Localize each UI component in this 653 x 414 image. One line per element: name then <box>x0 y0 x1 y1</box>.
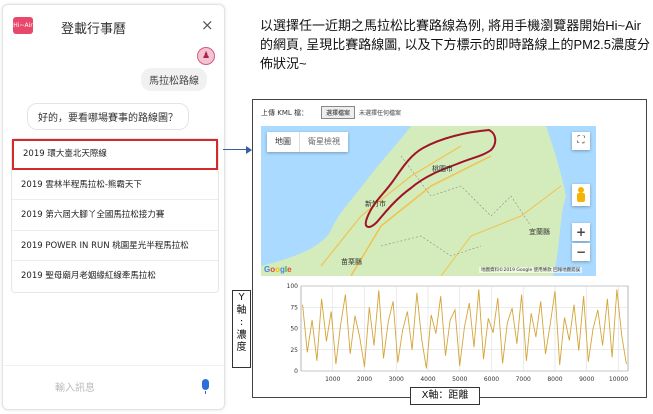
x-tick-label: 1000 <box>325 376 340 383</box>
fullscreen-icon[interactable]: ⛶ <box>572 132 590 150</box>
description-text: 以選擇任一近期之馬拉松比賽路線為例, 將用手機瀏覽器開始Hi~Air的網頁, 呈… <box>260 18 651 71</box>
kml-upload-label: 上傳 KML 檔： <box>261 109 308 117</box>
x-tick-label: 2000 <box>357 376 372 383</box>
message-input-placeholder[interactable]: 輸入訊息 <box>55 379 95 394</box>
x-tick-label: 4000 <box>420 376 435 383</box>
user-message-bubble: 馬拉松路線 <box>141 68 207 91</box>
close-icon[interactable]: × <box>201 16 214 34</box>
route-option[interactable]: 2019 POWER IN RUN 桃園星光半程馬拉松 <box>12 231 218 262</box>
y-axis-annotation: Y軸:濃度 <box>232 290 251 368</box>
x-tick-label: 9000 <box>579 376 594 383</box>
pm25-line-chart: 0 25 50 75 100 1000 2000 3000 4000 5000 6000 7000 80… <box>287 283 629 383</box>
choose-file-button[interactable]: 選擇檔案 <box>321 106 356 119</box>
road-line <box>350 155 492 276</box>
zoom-out-button[interactable]: − <box>572 243 590 261</box>
map-type-tabs: 地圖 衛星檢視 <box>267 132 348 152</box>
file-status-text: 未選擇任何檔案 <box>359 110 402 117</box>
chat-title: 登載行事曆 <box>61 22 127 37</box>
y-tick-label: 0 <box>294 368 298 375</box>
pegman-icon[interactable] <box>572 184 590 206</box>
district-boundary <box>400 155 532 227</box>
y-tick-label: 100 <box>287 283 299 290</box>
route-map[interactable]: 桃園市 新竹市 宜蘭縣 苗栗縣 地圖 衛星檢視 ⛶ + − Google 地圖資… <box>261 126 596 276</box>
bot-message-bubble: 好的，要看哪場賽事的路線圖？ <box>27 103 189 130</box>
user-avatar-icon: ♟ <box>197 47 215 65</box>
y-tick-label: 25 <box>290 347 298 354</box>
microphone-icon[interactable] <box>202 379 209 394</box>
marathon-route-list: 2019 環大臺北天際線 2019 雲林半程馬拉松-熊霸天下 2019 第六屆大… <box>11 138 219 293</box>
district-boundary <box>380 235 482 257</box>
x-tick-label: 3000 <box>389 376 404 383</box>
route-option[interactable]: 2019 第六屆大腳丫全國馬拉松接力賽 <box>12 200 218 231</box>
y-tick-label: 75 <box>290 304 298 311</box>
web-screenshot-panel: 上傳 KML 檔： 選擇檔案 未選擇任何檔案 桃園市 新竹市 宜蘭縣 苗栗縣 地… <box>252 99 647 398</box>
tab-satellite[interactable]: 衛星檢視 <box>299 132 348 152</box>
route-option[interactable]: 2019 雲林半程馬拉松-熊霸天下 <box>12 170 218 201</box>
place-label: 苗栗縣 <box>341 257 362 266</box>
x-tick-label: 6000 <box>484 376 499 383</box>
place-label: 新竹市 <box>365 199 386 208</box>
x-tick-label: 8000 <box>547 376 562 383</box>
x-tick-label: 5000 <box>452 376 467 383</box>
y-axis-annotation-text: Y軸:濃度 <box>236 292 247 353</box>
hi-air-logo: Hi~Air <box>13 17 33 34</box>
phone-chat-panel: Hi~Air 登載行事曆 × ♟ 馬拉松路線 好的，要看哪場賽事的路線圖？ 20… <box>2 4 225 410</box>
zoom-in-button[interactable]: + <box>572 223 590 241</box>
x-axis-annotation: X軸：距離 <box>410 387 480 405</box>
message-input-bar[interactable]: 輸入訊息 <box>3 365 224 409</box>
tab-map[interactable]: 地圖 <box>267 132 299 152</box>
place-label: 桃園市 <box>432 164 453 173</box>
google-logo: Google <box>264 265 292 274</box>
x-tick-label: 10000 <box>609 376 628 383</box>
y-tick-label: 50 <box>290 326 298 333</box>
x-tick-label: 7000 <box>516 376 531 383</box>
route-option[interactable]: 2019 環大臺北天際線 <box>12 139 218 170</box>
place-label: 宜蘭縣 <box>529 227 550 236</box>
map-copyright: 地圖資料©2019 Google 使用條款 回報地圖錯誤 <box>479 267 583 273</box>
route-option[interactable]: 2019 聖母廟月老姻緣紅線牽馬拉松 <box>12 261 218 292</box>
